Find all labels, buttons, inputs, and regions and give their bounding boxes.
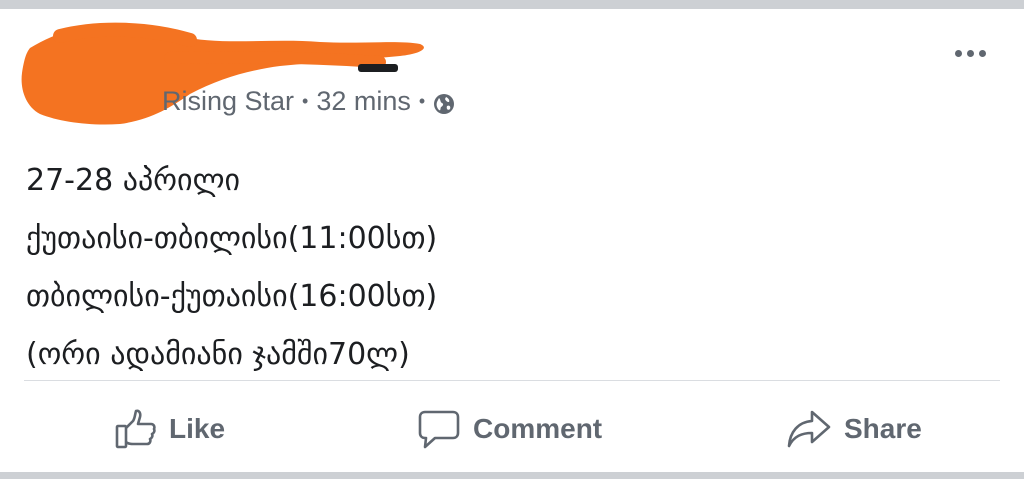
post-line: თბილისი-ქუთაისი(16:00სთ) (26, 279, 438, 314)
more-options-icon[interactable] (955, 50, 986, 57)
share-arrow-icon (787, 410, 831, 448)
author-name-fragment (358, 64, 398, 72)
comment-label: Comment (473, 413, 603, 444)
more-dot (967, 50, 974, 57)
comment-bubble-icon (418, 410, 460, 449)
top-frame-bar (0, 0, 1024, 9)
comment-button[interactable]: Comment (417, 395, 602, 463)
like-label: Like (169, 413, 226, 444)
group-name[interactable]: Rising Star (162, 86, 294, 117)
actions-divider (24, 380, 1000, 381)
post-text: 27-28 აპრილი ქუთაისი-თბილისი(11:00სთ) თბ… (26, 152, 986, 384)
post-line: (ორი ადამიანი ჯამში70ლ) (26, 337, 410, 372)
more-dot (955, 50, 962, 57)
post-line: 27-28 აპრილი (26, 163, 241, 198)
post-timestamp[interactable]: 32 mins (316, 86, 411, 117)
share-button[interactable]: Share (786, 395, 922, 463)
post-actions: Like Comment Share (0, 395, 1024, 463)
meta-separator: • (418, 91, 426, 111)
thumbs-up-icon (115, 409, 156, 449)
more-dot (979, 50, 986, 57)
globe-icon[interactable] (433, 91, 455, 114)
post-line: ქუთაისი-თბილისი(11:00სთ) (26, 221, 438, 256)
post-header: Rising Star • 32 mins • (20, 18, 1010, 128)
meta-separator: • (302, 91, 309, 111)
share-label: Share (844, 413, 922, 444)
bottom-frame-bar (0, 472, 1024, 479)
like-button[interactable]: Like (115, 395, 225, 463)
post-meta: Rising Star • 32 mins • (162, 86, 455, 117)
